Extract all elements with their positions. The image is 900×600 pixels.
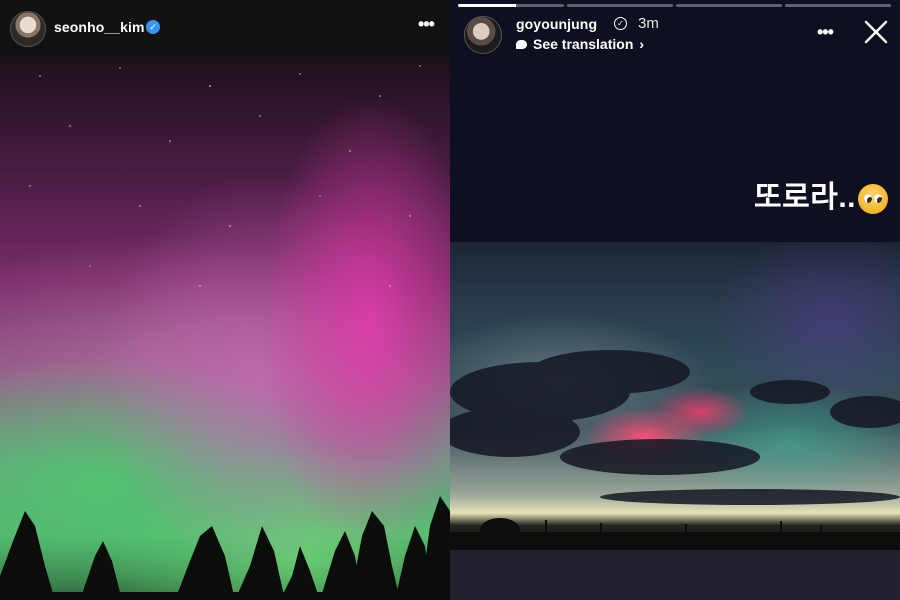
story-caption: 또로라.. <box>754 172 888 216</box>
username[interactable]: seonho__kim <box>54 19 145 35</box>
story-bottom-area <box>450 550 900 600</box>
verified-badge-icon: ✓ <box>614 17 627 30</box>
progress-segment <box>458 4 564 7</box>
stars-and-trees <box>0 65 450 600</box>
progress-segment <box>567 4 673 7</box>
story-progress-bars <box>458 4 891 7</box>
progress-segment <box>785 4 891 7</box>
aurora-photo <box>450 242 900 550</box>
more-options-icon[interactable]: ••• <box>418 14 435 35</box>
username[interactable]: goyounjung <box>516 16 597 32</box>
clouds-and-horizon <box>450 350 900 550</box>
avatar[interactable] <box>464 16 502 54</box>
aurora-photo <box>0 56 450 600</box>
story-timestamp: 3m <box>638 15 659 32</box>
avatar[interactable] <box>10 11 46 47</box>
see-translation-button[interactable]: See translation › <box>516 36 644 52</box>
verified-badge-icon: ✓ <box>146 20 160 34</box>
more-options-icon[interactable]: ••• <box>817 22 834 43</box>
chevron-right-icon: › <box>639 36 645 52</box>
chat-bubble-icon <box>516 39 527 49</box>
see-translation-label: See translation <box>533 36 634 52</box>
pleading-face-emoji-icon <box>858 184 888 215</box>
close-icon[interactable] <box>862 18 890 46</box>
left-story-header: seonho__kim ✓ ••• <box>0 0 450 56</box>
story-caption-text: 또로라.. <box>754 181 856 214</box>
left-story-panel: seonho__kim ✓ ••• <box>0 0 450 600</box>
progress-segment <box>676 4 782 7</box>
